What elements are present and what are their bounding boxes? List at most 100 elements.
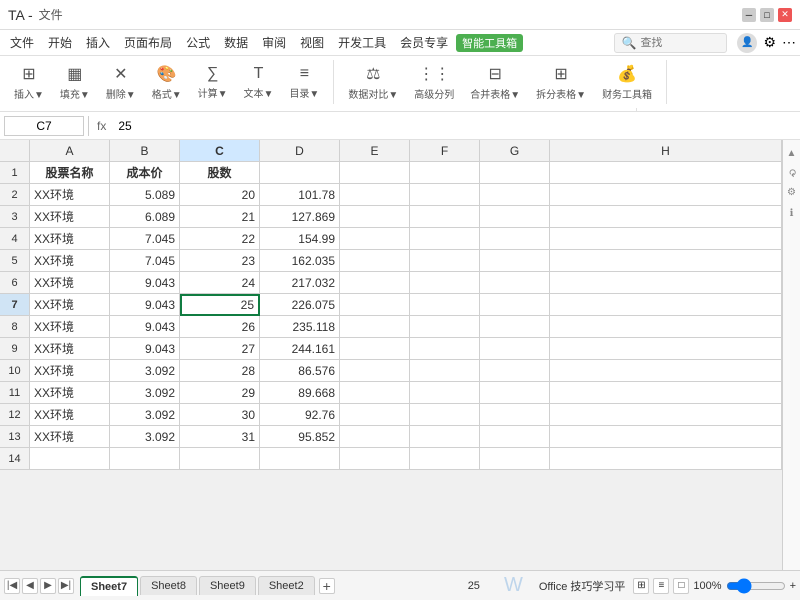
cell-H12[interactable] bbox=[550, 404, 782, 426]
cell-G4[interactable] bbox=[480, 228, 550, 250]
row-number-2[interactable]: 2 bbox=[0, 184, 30, 206]
cell-D12[interactable]: 92.76 bbox=[260, 404, 340, 426]
cell-B11[interactable]: 3.092 bbox=[110, 382, 180, 404]
cell-F10[interactable] bbox=[410, 360, 480, 382]
cell-H7[interactable] bbox=[550, 294, 782, 316]
cell-C14[interactable] bbox=[180, 448, 260, 470]
data-compare-btn[interactable]: ⚖ 数据对比▼ bbox=[342, 62, 404, 103]
cell-F12[interactable] bbox=[410, 404, 480, 426]
close-btn[interactable]: ✕ bbox=[778, 8, 792, 22]
merge-table-btn[interactable]: ⊟ 合并表格▼ bbox=[464, 62, 526, 103]
cell-G2[interactable] bbox=[480, 184, 550, 206]
cell-D9[interactable]: 244.161 bbox=[260, 338, 340, 360]
cell-H3[interactable] bbox=[550, 206, 782, 228]
row-number-7[interactable]: 7 bbox=[0, 294, 30, 316]
cell-C13[interactable]: 31 bbox=[180, 426, 260, 448]
cell-G5[interactable] bbox=[480, 250, 550, 272]
cell-C4[interactable]: 22 bbox=[180, 228, 260, 250]
col-header-e[interactable]: E bbox=[340, 140, 410, 162]
cell-E4[interactable] bbox=[340, 228, 410, 250]
cell-G1[interactable] bbox=[480, 162, 550, 184]
cell-E6[interactable] bbox=[340, 272, 410, 294]
cell-D8[interactable]: 235.118 bbox=[260, 316, 340, 338]
tab-nav-last[interactable]: ▶| bbox=[58, 578, 74, 594]
col-header-b[interactable]: B bbox=[110, 140, 180, 162]
cell-G6[interactable] bbox=[480, 272, 550, 294]
cell-E13[interactable] bbox=[340, 426, 410, 448]
cell-A3[interactable]: XX环境 bbox=[30, 206, 110, 228]
cell-H4[interactable] bbox=[550, 228, 782, 250]
cell-B2[interactable]: 5.089 bbox=[110, 184, 180, 206]
row-number-10[interactable]: 10 bbox=[0, 360, 30, 382]
cell-F4[interactable] bbox=[410, 228, 480, 250]
cell-C2[interactable]: 20 bbox=[180, 184, 260, 206]
cell-A1[interactable]: 股票名称 bbox=[30, 162, 110, 184]
menu-insert[interactable]: 插入 bbox=[80, 32, 116, 53]
cell-F9[interactable] bbox=[410, 338, 480, 360]
advanced-split-btn[interactable]: ⋮⋮ 高级分列 bbox=[408, 62, 460, 103]
cell-E14[interactable] bbox=[340, 448, 410, 470]
calc-btn[interactable]: ∑ 计算▼ bbox=[192, 63, 234, 102]
cell-D13[interactable]: 95.852 bbox=[260, 426, 340, 448]
row-number-14[interactable]: 14 bbox=[0, 448, 30, 470]
cell-F14[interactable] bbox=[410, 448, 480, 470]
cell-C1[interactable]: 股数 bbox=[180, 162, 260, 184]
cell-D7[interactable]: 226.075 bbox=[260, 294, 340, 316]
right-panel-arrow-up[interactable]: ▲ bbox=[787, 148, 797, 159]
cell-E12[interactable] bbox=[340, 404, 410, 426]
right-panel-settings[interactable]: ⚙ bbox=[787, 187, 796, 198]
cell-B14[interactable] bbox=[110, 448, 180, 470]
cell-D4[interactable]: 154.99 bbox=[260, 228, 340, 250]
settings-icon[interactable]: ⚙ bbox=[763, 34, 776, 51]
cell-C9[interactable]: 27 bbox=[180, 338, 260, 360]
row-number-8[interactable]: 8 bbox=[0, 316, 30, 338]
cell-G8[interactable] bbox=[480, 316, 550, 338]
cell-C11[interactable]: 29 bbox=[180, 382, 260, 404]
cell-H2[interactable] bbox=[550, 184, 782, 206]
menu-review[interactable]: 审阅 bbox=[256, 32, 292, 53]
row-number-9[interactable]: 9 bbox=[0, 338, 30, 360]
menu-layout[interactable]: 页面布局 bbox=[118, 32, 178, 53]
col-header-f[interactable]: F bbox=[410, 140, 480, 162]
right-panel-info[interactable]: ℹ bbox=[790, 208, 794, 219]
cell-A4[interactable]: XX环境 bbox=[30, 228, 110, 250]
cell-F1[interactable] bbox=[410, 162, 480, 184]
cell-A6[interactable]: XX环境 bbox=[30, 272, 110, 294]
tab-nav-next[interactable]: ▶ bbox=[40, 578, 56, 594]
menu-data[interactable]: 数据 bbox=[218, 32, 254, 53]
cell-H11[interactable] bbox=[550, 382, 782, 404]
row-number-12[interactable]: 12 bbox=[0, 404, 30, 426]
zoom-normal-btn[interactable]: ≡ bbox=[653, 578, 669, 594]
menu-file[interactable]: 文件 bbox=[4, 32, 40, 53]
cell-D3[interactable]: 127.869 bbox=[260, 206, 340, 228]
cell-A10[interactable]: XX环境 bbox=[30, 360, 110, 382]
row-number-1[interactable]: 1 bbox=[0, 162, 30, 184]
toc-btn[interactable]: ≡ 目录▼ bbox=[283, 63, 325, 102]
cell-E1[interactable] bbox=[340, 162, 410, 184]
add-sheet-btn[interactable]: + bbox=[319, 578, 335, 594]
delete-btn[interactable]: ✕ 删除▼ bbox=[100, 62, 142, 103]
cell-G10[interactable] bbox=[480, 360, 550, 382]
cell-H8[interactable] bbox=[550, 316, 782, 338]
cell-H9[interactable] bbox=[550, 338, 782, 360]
cell-E8[interactable] bbox=[340, 316, 410, 338]
cell-C10[interactable]: 28 bbox=[180, 360, 260, 382]
text-btn[interactable]: T 文本▼ bbox=[238, 63, 280, 102]
cell-F5[interactable] bbox=[410, 250, 480, 272]
cell-E3[interactable] bbox=[340, 206, 410, 228]
split-table-btn[interactable]: ⊞ 拆分表格▼ bbox=[530, 62, 592, 103]
minimize-btn[interactable]: ─ bbox=[742, 8, 756, 22]
cell-D1[interactable] bbox=[260, 162, 340, 184]
row-number-3[interactable]: 3 bbox=[0, 206, 30, 228]
cell-H13[interactable] bbox=[550, 426, 782, 448]
format-btn[interactable]: 🎨 格式▼ bbox=[146, 62, 188, 103]
cell-H6[interactable] bbox=[550, 272, 782, 294]
cell-D14[interactable] bbox=[260, 448, 340, 470]
col-header-h[interactable]: H bbox=[550, 140, 782, 162]
zoom-slider[interactable] bbox=[726, 581, 786, 591]
tab-nav-first[interactable]: |◀ bbox=[4, 578, 20, 594]
cell-F8[interactable] bbox=[410, 316, 480, 338]
fill-btn[interactable]: ▦ 填充▼ bbox=[54, 62, 96, 103]
cell-E7[interactable] bbox=[340, 294, 410, 316]
cell-A12[interactable]: XX环境 bbox=[30, 404, 110, 426]
